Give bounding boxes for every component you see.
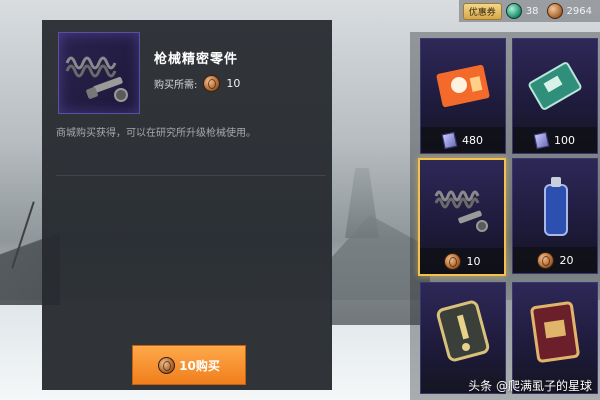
cell-price-value: 10 bbox=[466, 254, 481, 268]
grid-cell-orange-ticket[interactable]: 480 bbox=[420, 38, 506, 154]
grid-cell-spray-can[interactable]: 20 bbox=[512, 158, 598, 274]
item-title: 枪械精密零件 bbox=[154, 52, 239, 67]
cell-price-value: 100 bbox=[554, 133, 575, 147]
bronze-coin-icon bbox=[203, 75, 221, 92]
grid-cell-precision-parts[interactable]: 10 bbox=[418, 158, 506, 276]
orange-ticket-icon bbox=[436, 64, 490, 108]
bronze-currency-value: 2964 bbox=[566, 5, 592, 17]
price-row: 购买所需: 10 bbox=[154, 75, 240, 92]
spring-bolt-icon bbox=[65, 56, 128, 102]
green-card-icon bbox=[528, 62, 582, 110]
cell-price-value: 20 bbox=[559, 253, 574, 267]
spray-can-icon bbox=[544, 177, 568, 236]
buy-button-label: 10购买 bbox=[179, 358, 220, 373]
voucher-badge[interactable]: 优惠券 bbox=[462, 2, 502, 20]
ticket-icon bbox=[533, 131, 550, 149]
item-description: 商城购买获得，可以在研究所升级枪械使用。 bbox=[56, 128, 256, 139]
exclamation-badge-icon bbox=[436, 300, 490, 362]
price-value: 10 bbox=[226, 77, 241, 90]
ticket-icon bbox=[441, 131, 458, 149]
watermark-text: 头条 @爬满虱子的星球 bbox=[468, 379, 592, 393]
id-card-icon bbox=[530, 301, 580, 363]
bronze-coin-icon bbox=[536, 251, 554, 269]
item-grid: 480 100 10 20 bbox=[410, 32, 600, 400]
spring-bolt-icon bbox=[434, 190, 488, 232]
cell-price: 20 bbox=[513, 247, 597, 273]
green-currency-icon bbox=[505, 3, 522, 19]
item-image-frame bbox=[58, 32, 140, 114]
divider bbox=[56, 175, 326, 176]
bronze-coin-icon bbox=[546, 3, 563, 19]
cell-price: 100 bbox=[513, 127, 597, 153]
buy-button[interactable]: 10购买 bbox=[132, 345, 246, 385]
grid-cell-green-card[interactable]: 100 bbox=[512, 38, 598, 154]
cell-price: 10 bbox=[420, 248, 504, 274]
cell-price-value: 480 bbox=[462, 133, 483, 147]
cell-price: 480 bbox=[421, 127, 505, 153]
currency-bar: 优惠券 38 2964 bbox=[458, 0, 600, 22]
item-detail-panel: 枪械精密零件 购买所需: 10 商城购买获得，可以在研究所升级枪械使用。 10购… bbox=[42, 20, 332, 390]
price-label: 购买所需: bbox=[154, 80, 198, 91]
bronze-coin-icon bbox=[158, 356, 176, 374]
green-currency-value: 38 bbox=[525, 5, 539, 17]
bronze-coin-icon bbox=[443, 252, 461, 270]
